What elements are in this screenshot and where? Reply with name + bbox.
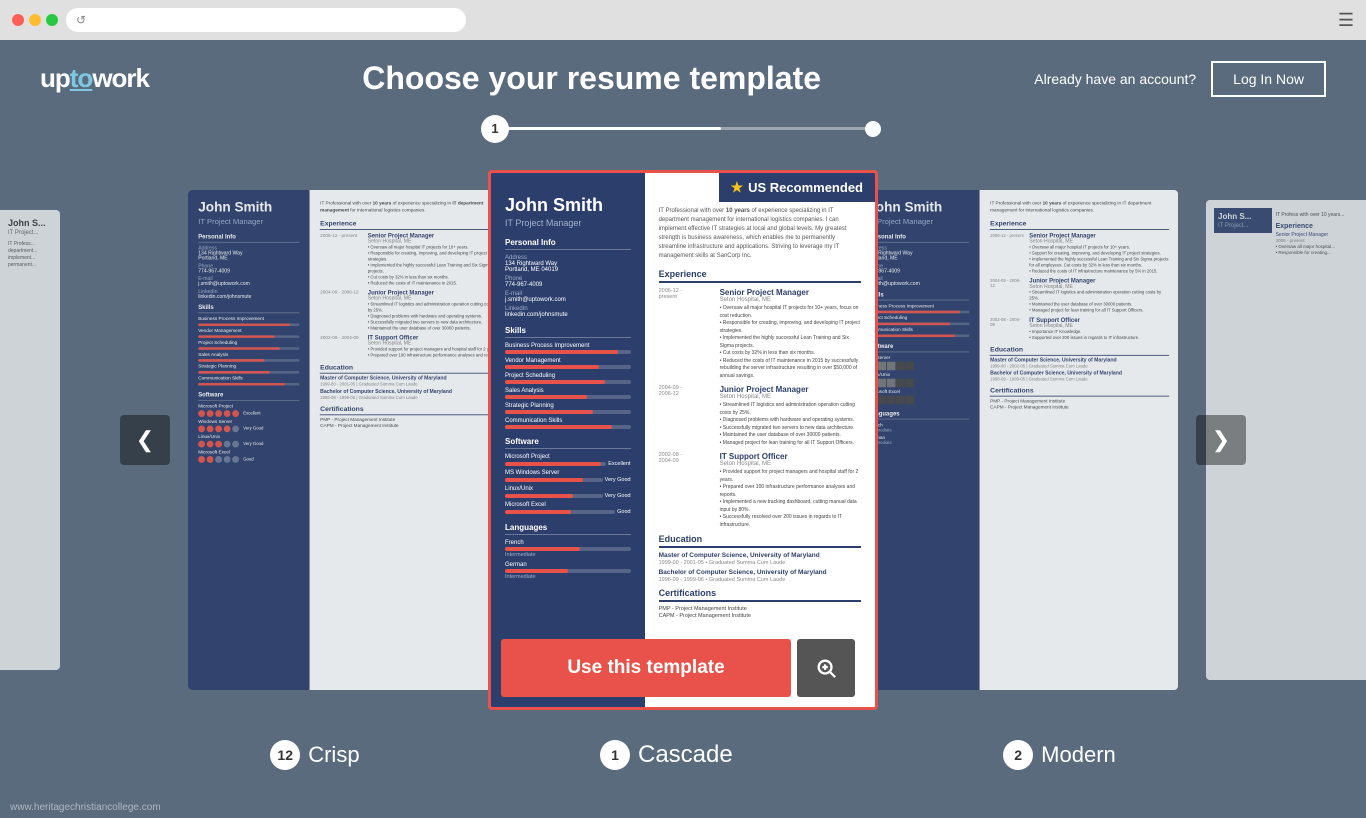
progress-step-1: 1 xyxy=(481,115,509,143)
browser-menu-icon[interactable]: ☰ xyxy=(1338,10,1354,31)
left-arrow-icon: ❮ xyxy=(136,427,154,453)
use-template-button[interactable]: Use this template xyxy=(501,639,791,697)
template-cascade[interactable]: ★ US Recommended John Smith IT Project M… xyxy=(488,170,878,710)
dot-minimize[interactable] xyxy=(29,14,41,26)
templates-area: John S... IT Project... IT Profess...dep… xyxy=(0,150,1366,730)
template-label-cascade: 1 Cascade xyxy=(600,740,733,770)
us-recommended-badge: ★ US Recommended xyxy=(719,173,875,202)
star-icon: ★ xyxy=(731,179,744,196)
templates-labels: 12 Crisp 1 Cascade 2 Modern xyxy=(0,730,1366,775)
skills-label: Skills xyxy=(505,326,631,338)
software-label: Software xyxy=(505,437,631,449)
modern-number: 2 xyxy=(1003,740,1033,770)
cascade-name: Cascade xyxy=(638,741,733,769)
dot-close[interactable] xyxy=(12,14,24,26)
resume-name-center: John Smith xyxy=(505,195,631,216)
resume-title-center: IT Project Manager xyxy=(505,218,631,228)
address-bar[interactable]: ↺ xyxy=(66,8,466,32)
template-partial-left: John S... IT Project... IT Profess...dep… xyxy=(0,210,60,670)
template-label-crisp: 12 Crisp xyxy=(270,740,359,770)
crisp-name: Crisp xyxy=(308,742,359,768)
nav-arrow-left[interactable]: ❮ xyxy=(120,415,170,465)
template-label-modern: 2 Modern xyxy=(1003,740,1116,770)
progress-container: 1 xyxy=(0,117,1366,150)
cascade-number: 1 xyxy=(600,740,630,770)
logo: uptowork xyxy=(40,63,149,94)
watermark: www.heritagechristiancollege.com xyxy=(10,802,161,813)
header-right: Already have an account? Log In Now xyxy=(1034,61,1326,97)
header: uptowork Choose your resume template Alr… xyxy=(0,40,1366,117)
modern-name: Modern xyxy=(1041,742,1116,768)
browser-dots xyxy=(12,14,58,26)
template-modern[interactable]: John Smith IT Project Manager Personal I… xyxy=(858,190,1178,690)
right-arrow-icon: ❯ xyxy=(1212,427,1230,453)
template-crisp[interactable]: John Smith IT Project Manager Personal I… xyxy=(188,190,508,690)
page-title: Choose your resume template xyxy=(149,60,1034,97)
personal-info-label: Personal Info xyxy=(505,238,631,250)
zoom-button[interactable] xyxy=(797,639,855,697)
progress-fill xyxy=(493,127,721,130)
progress-step-2 xyxy=(865,121,881,137)
crisp-number: 12 xyxy=(270,740,300,770)
badge-text: US Recommended xyxy=(748,180,863,195)
nav-arrow-right[interactable]: ❯ xyxy=(1196,415,1246,465)
progress-track: 1 xyxy=(493,127,873,130)
dot-maximize[interactable] xyxy=(46,14,58,26)
already-text: Already have an account? xyxy=(1034,71,1196,87)
main-content: uptowork Choose your resume template Alr… xyxy=(0,40,1366,818)
browser-chrome: ↺ ☰ xyxy=(0,0,1366,40)
login-button[interactable]: Log In Now xyxy=(1211,61,1326,97)
